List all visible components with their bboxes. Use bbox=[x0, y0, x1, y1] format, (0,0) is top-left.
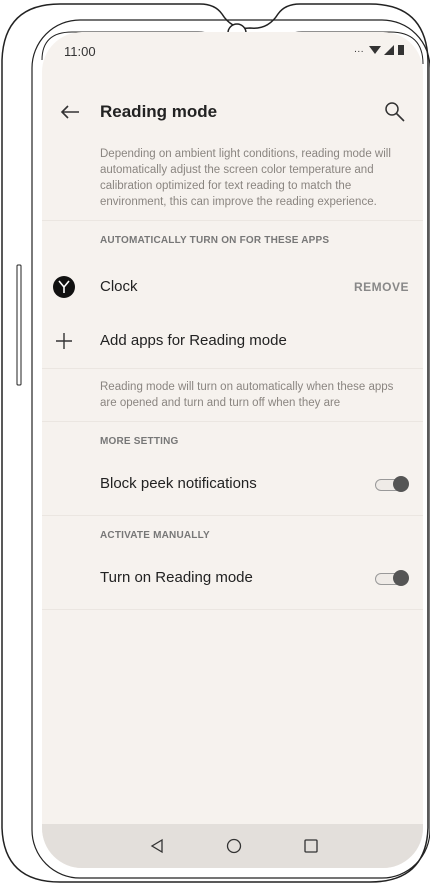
navigation-bar bbox=[42, 824, 423, 868]
divider bbox=[42, 609, 423, 610]
add-apps-row[interactable]: Add apps for Reading mode bbox=[42, 314, 423, 368]
search-icon bbox=[385, 102, 405, 122]
status-time: 11:00 bbox=[64, 44, 96, 59]
auto-apps-section-heading: AUTOMATICALLY TURN ON FOR THESE APPS bbox=[100, 235, 330, 246]
nav-back-button[interactable] bbox=[145, 834, 169, 858]
square-recents-icon bbox=[304, 839, 318, 853]
clock-icon bbox=[52, 275, 76, 299]
auto-apps-footnote: Reading mode will turn on automatically … bbox=[42, 368, 423, 422]
reading-mode-description: Depending on ambient light conditions, r… bbox=[42, 136, 423, 221]
nav-recents-button[interactable] bbox=[299, 834, 323, 858]
back-arrow-icon bbox=[60, 105, 79, 119]
settings-content: Depending on ambient light conditions, r… bbox=[42, 136, 423, 610]
turn-on-reading-mode-row[interactable]: Turn on Reading mode bbox=[42, 555, 423, 609]
search-button[interactable] bbox=[379, 96, 411, 128]
status-dots: ... bbox=[354, 44, 364, 55]
status-bar: 11:00 ... bbox=[42, 32, 423, 72]
wifi-icon bbox=[369, 45, 381, 54]
remove-clock-button[interactable]: REMOVE bbox=[354, 280, 409, 294]
status-icons: ... bbox=[354, 44, 405, 55]
battery-icon bbox=[398, 45, 404, 55]
app-name-clock: Clock bbox=[100, 278, 138, 295]
turn-on-reading-mode-toggle[interactable] bbox=[375, 570, 409, 586]
block-peek-row[interactable]: Block peek notifications bbox=[42, 461, 423, 515]
nav-home-button[interactable] bbox=[222, 834, 246, 858]
turn-on-reading-mode-label: Turn on Reading mode bbox=[100, 569, 253, 586]
screen: 11:00 ... Reading mode Depending on ambi… bbox=[42, 32, 423, 868]
block-peek-toggle[interactable] bbox=[375, 476, 409, 492]
toggle-thumb bbox=[393, 570, 409, 586]
block-peek-label: Block peek notifications bbox=[100, 475, 257, 492]
toggle-thumb bbox=[393, 476, 409, 492]
triangle-back-icon bbox=[150, 838, 163, 854]
app-bar: Reading mode bbox=[42, 92, 423, 132]
page-title: Reading mode bbox=[100, 102, 218, 121]
plus-icon bbox=[52, 329, 76, 353]
activate-manually-section-heading: ACTIVATE MANUALLY bbox=[100, 530, 210, 541]
circle-home-icon bbox=[226, 838, 242, 854]
back-button[interactable] bbox=[54, 96, 86, 128]
app-row-clock: Clock REMOVE bbox=[42, 260, 423, 314]
add-apps-label: Add apps for Reading mode bbox=[100, 332, 287, 349]
more-setting-section-heading: MORE SETTING bbox=[100, 436, 179, 447]
signal-icon bbox=[384, 44, 394, 55]
